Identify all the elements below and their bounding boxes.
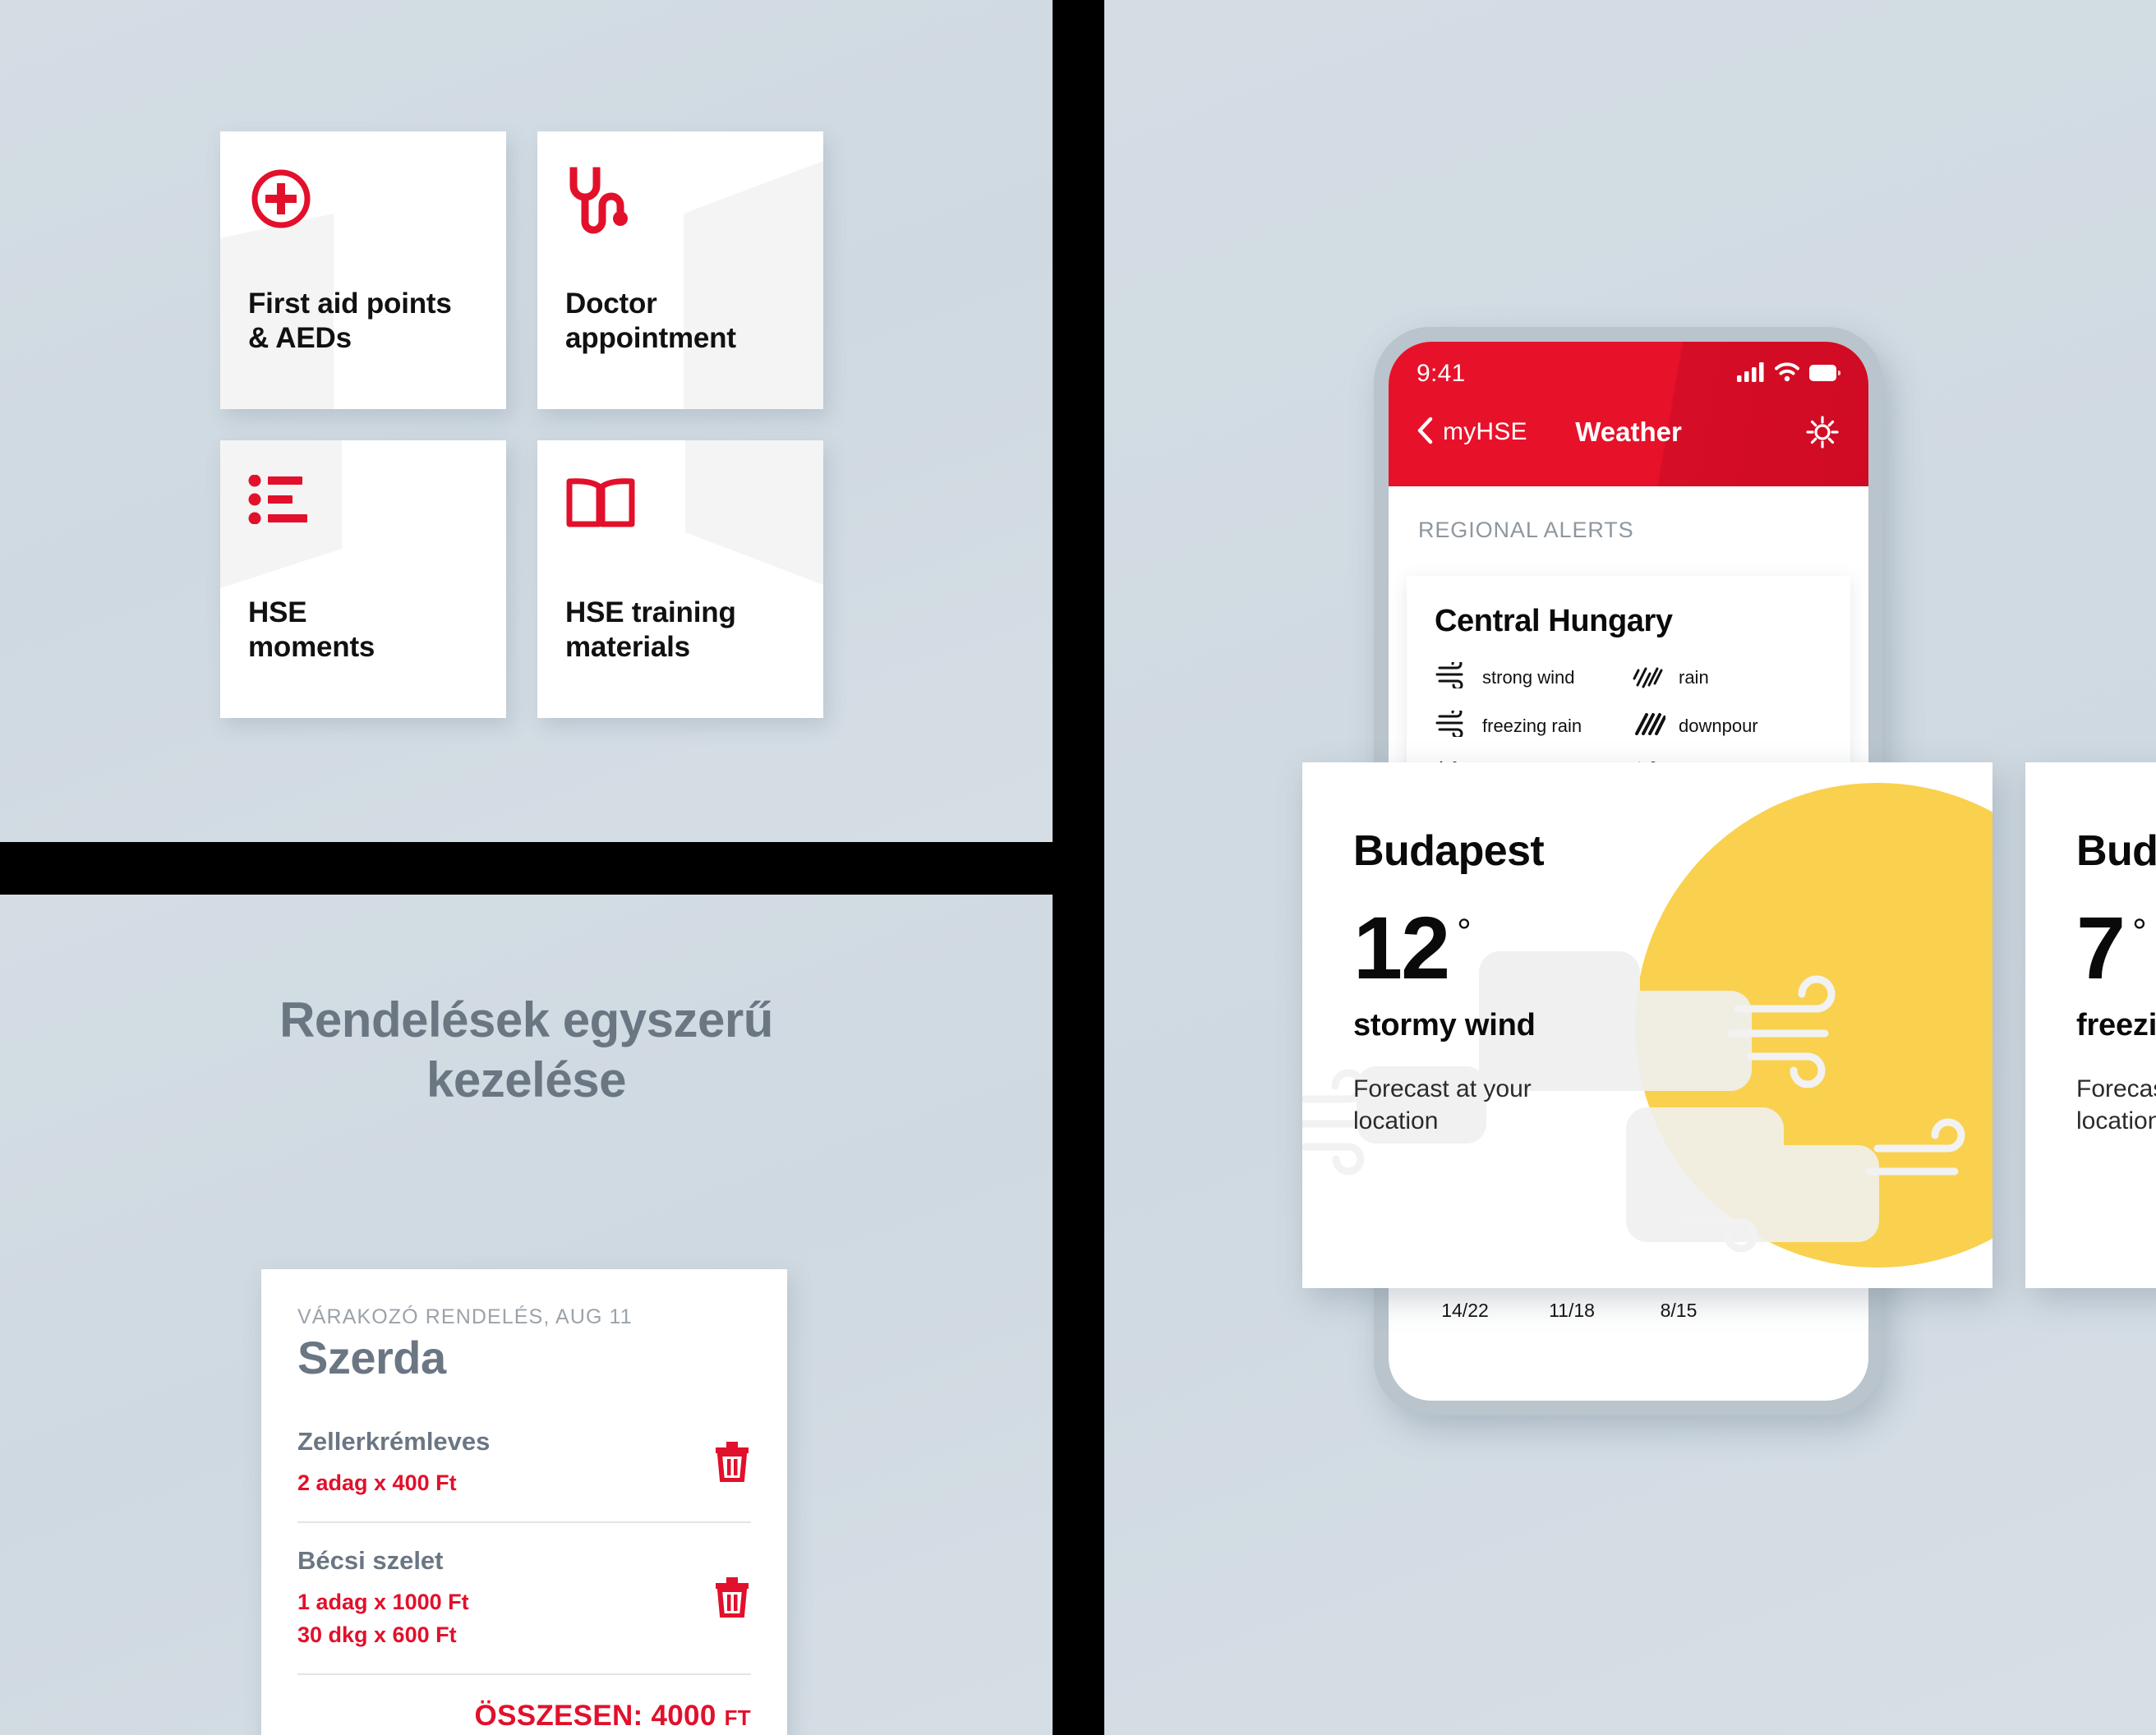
- alert-region-title: Central Hungary: [1435, 604, 1673, 638]
- tile-hse-moments[interactable]: HSE moments: [220, 440, 506, 718]
- alert-item-label: rain: [1679, 666, 1709, 688]
- downpour-icon: [1633, 711, 1666, 741]
- status-bar: 9:41: [1417, 360, 1841, 388]
- order-total-label: ÖSSZESEN: 4000: [474, 1699, 716, 1732]
- forecast-temp: 8/15: [1660, 1300, 1698, 1321]
- weather-card-content: Budapest 7 ° freezing rain Forecast at y…: [2025, 762, 2156, 1138]
- order-day: Szerda: [297, 1332, 446, 1383]
- order-item-row: Bécsi szelet 1 adag x 1000 Ft 30 dkg x 6…: [297, 1541, 751, 1675]
- alert-item-label: strong wind: [1482, 666, 1575, 688]
- order-item-price: 1 adag x 1000 Ft: [297, 1589, 469, 1614]
- tile-label: Doctor appointment: [565, 288, 736, 354]
- regional-alerts-label: REGIONAL ALERTS: [1418, 518, 1634, 542]
- weather-city: Budapest: [2076, 827, 2156, 875]
- order-total: ÖSSZESEN: 4000 FT: [297, 1700, 751, 1733]
- order-item-details: Zellerkrémleves 2 adag x 400 Ft: [297, 1427, 490, 1500]
- weather-temperature-row: 12 °: [1353, 898, 1992, 997]
- rain-slanted-icon: [1633, 662, 1665, 693]
- status-time: 9:41: [1417, 360, 1466, 387]
- forecast-temp: 11/18: [1549, 1300, 1595, 1321]
- alert-item: rain: [1633, 662, 1822, 693]
- weather-temperature: 7: [2076, 898, 2126, 997]
- cellular-signal-icon: [1737, 361, 1765, 386]
- feature-tiles-grid: First aid points & AEDs Doctor appointme…: [220, 131, 823, 718]
- battery-icon: [1809, 364, 1841, 386]
- order-item-name: Bécsi szelet: [297, 1545, 444, 1575]
- tile-label: HSE moments: [248, 596, 375, 663]
- tile-first-aid-points[interactable]: First aid points & AEDs: [220, 131, 506, 409]
- bullet-list-icon: [248, 474, 478, 528]
- weather-subtitle: Forecast at your location: [2076, 1075, 2156, 1135]
- weather-subtitle: Forecast at your location: [1353, 1075, 1532, 1135]
- order-total-unit: FT: [724, 1705, 751, 1730]
- alert-item: freezing rain: [1435, 706, 1624, 741]
- forecast-temp: 14/22: [1441, 1300, 1489, 1321]
- back-button[interactable]: myHSE: [1417, 416, 1527, 449]
- first-aid-cross-icon: [248, 166, 478, 236]
- weather-card-budapest-secondary[interactable]: Budapest 7 ° freezing rain Forecast at y…: [2025, 762, 2156, 1288]
- order-item-price: 2 adag x 400 Ft: [297, 1470, 457, 1495]
- trash-icon[interactable]: [713, 1576, 751, 1622]
- weather-condition: stormy wind: [1353, 1007, 1536, 1042]
- weather-temperature: 12: [1353, 898, 1450, 997]
- tile-hse-training-materials[interactable]: HSE training materials: [537, 440, 823, 718]
- status-icon-group: [1737, 361, 1841, 386]
- tile-label: First aid points & AEDs: [248, 288, 452, 354]
- order-item-details: Bécsi szelet 1 adag x 1000 Ft 30 dkg x 6…: [297, 1546, 469, 1652]
- divider-vertical: [1053, 0, 1104, 1735]
- order-item-price-secondary: 30 dkg x 600 Ft: [297, 1622, 457, 1647]
- back-button-label: myHSE: [1443, 418, 1527, 445]
- wind-icon: [1435, 706, 1469, 741]
- weather-temperature-row: 7 °: [2076, 898, 2156, 997]
- alert-item: downpour: [1633, 711, 1822, 741]
- phone-top-bar: 9:41 myHSE Weather: [1389, 342, 1868, 486]
- order-eyebrow: VÁRAKOZÓ RENDELÉS, AUG 11: [297, 1305, 633, 1328]
- phone-nav-bar: myHSE Weather: [1417, 414, 1840, 450]
- open-book-icon: [565, 475, 795, 535]
- alert-item: strong wind: [1435, 658, 1624, 693]
- orders-section-title: Rendelések egyszerű kezelése: [279, 992, 773, 1108]
- divider-horizontal: [0, 842, 1053, 895]
- screenshot-stage: First aid points & AEDs Doctor appointme…: [0, 0, 2156, 1735]
- alert-item-label: freezing rain: [1482, 715, 1582, 736]
- stethoscope-icon: [565, 166, 795, 241]
- order-item-row: Zellerkrémleves 2 adag x 400 Ft: [297, 1422, 751, 1523]
- weather-city: Budapest: [1353, 827, 1545, 875]
- degree-symbol: °: [1457, 912, 1472, 952]
- wifi-icon: [1775, 361, 1799, 386]
- gear-icon[interactable]: [1804, 414, 1840, 450]
- chevron-left-icon: [1417, 416, 1433, 449]
- pending-order-card: VÁRAKOZÓ RENDELÉS, AUG 11 Szerda Zellerk…: [261, 1269, 787, 1735]
- tile-label: HSE training materials: [565, 596, 736, 663]
- tile-doctor-appointment[interactable]: Doctor appointment: [537, 131, 823, 409]
- wind-icon: [1435, 658, 1469, 693]
- degree-symbol: °: [2132, 912, 2147, 952]
- weather-card-budapest-primary[interactable]: Budapest 12 ° stormy wind Forecast at yo…: [1302, 762, 1992, 1288]
- alert-item-label: downpour: [1679, 715, 1758, 736]
- order-item-name: Zellerkrémleves: [297, 1427, 491, 1456]
- weather-condition: freezing rain: [2076, 1007, 2156, 1042]
- trash-icon[interactable]: [713, 1441, 751, 1486]
- page-title: Weather: [1575, 416, 1682, 447]
- weather-card-content: Budapest 12 ° stormy wind Forecast at yo…: [1302, 762, 1992, 1138]
